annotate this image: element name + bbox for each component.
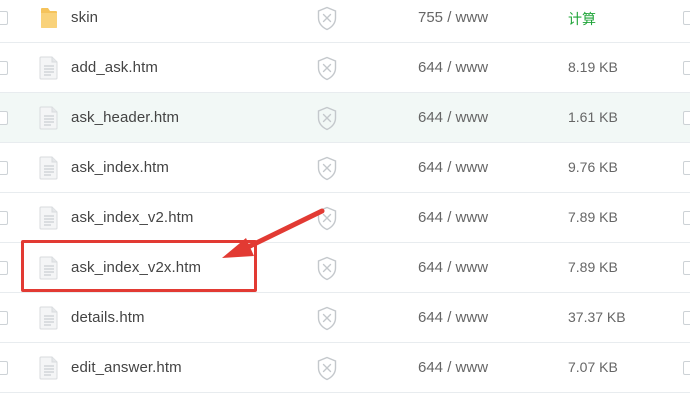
row-action-edge[interactable] — [683, 361, 690, 375]
folder-icon — [39, 6, 59, 30]
file-permission[interactable]: 644 / www — [418, 109, 488, 126]
table-row[interactable]: ask_index.htm 644 / www 9.76 KB — [0, 143, 690, 193]
shield-x-icon[interactable] — [316, 206, 338, 231]
file-size: 9.76 KB — [568, 159, 618, 175]
row-action-edge[interactable] — [683, 61, 690, 75]
file-size: 1.61 KB — [568, 109, 618, 125]
file-permission[interactable]: 644 / www — [418, 359, 488, 376]
shield-x-icon[interactable] — [316, 6, 338, 31]
file-icon — [39, 56, 59, 80]
file-table: skin 755 / www 计算 add_ask.htm 644 / www 8.19 … — [0, 0, 690, 403]
file-name[interactable]: add_ask.htm — [71, 59, 158, 76]
file-permission[interactable]: 644 / www — [418, 59, 488, 76]
table-row[interactable]: skin 755 / www 计算 — [0, 0, 690, 43]
row-checkbox[interactable] — [0, 361, 8, 375]
table-row[interactable]: add_ask.htm 644 / www 8.19 KB — [0, 43, 690, 93]
file-permission[interactable]: 644 / www — [418, 309, 488, 326]
file-icon — [39, 106, 59, 130]
row-action-edge[interactable] — [683, 11, 690, 25]
shield-x-icon[interactable] — [316, 356, 338, 381]
table-row[interactable]: edit_answer.htm 644 / www 7.07 KB — [0, 343, 690, 393]
row-action-edge[interactable] — [683, 211, 690, 225]
shield-x-icon[interactable] — [316, 306, 338, 331]
row-checkbox[interactable] — [0, 211, 8, 225]
file-permission[interactable]: 644 / www — [418, 159, 488, 176]
file-icon — [39, 306, 59, 330]
shield-x-icon[interactable] — [316, 256, 338, 281]
file-icon — [39, 256, 59, 280]
row-action-edge[interactable] — [683, 261, 690, 275]
file-name[interactable]: skin — [71, 9, 98, 26]
shield-x-icon[interactable] — [316, 56, 338, 81]
shield-x-icon[interactable] — [316, 156, 338, 181]
file-name[interactable]: edit_answer.htm — [71, 359, 182, 376]
file-size: 7.89 KB — [568, 209, 618, 225]
row-action-edge[interactable] — [683, 161, 690, 175]
file-size: 37.37 KB — [568, 309, 626, 325]
file-name[interactable]: ask_index.htm — [71, 159, 169, 176]
row-action-edge[interactable] — [683, 311, 690, 325]
file-size: 8.19 KB — [568, 59, 618, 75]
row-checkbox[interactable] — [0, 311, 8, 325]
row-checkbox[interactable] — [0, 111, 8, 125]
file-icon — [39, 156, 59, 180]
file-size: 7.07 KB — [568, 359, 618, 375]
table-row[interactable]: details.htm 644 / www 37.37 KB — [0, 293, 690, 343]
file-name[interactable]: ask_index_v2x.htm — [71, 259, 201, 276]
table-row[interactable]: ask_header.htm 644 / www 1.61 KB — [0, 93, 690, 143]
table-row[interactable]: ask_index_v2x.htm 644 / www 7.89 KB — [0, 243, 690, 293]
file-icon — [39, 356, 59, 380]
row-checkbox[interactable] — [0, 11, 8, 25]
file-name[interactable]: details.htm — [71, 309, 145, 326]
shield-x-icon[interactable] — [316, 106, 338, 131]
row-action-edge[interactable] — [683, 111, 690, 125]
file-name[interactable]: ask_header.htm — [71, 109, 179, 126]
file-name[interactable]: ask_index_v2.htm — [71, 209, 194, 226]
file-permission[interactable]: 644 / www — [418, 209, 488, 226]
file-size: 7.89 KB — [568, 259, 618, 275]
calculate-size-link[interactable]: 计算 — [568, 9, 596, 29]
file-permission[interactable]: 644 / www — [418, 259, 488, 276]
table-row[interactable]: ask_index_v2.htm 644 / www 7.89 KB — [0, 193, 690, 243]
row-checkbox[interactable] — [0, 61, 8, 75]
row-checkbox[interactable] — [0, 261, 8, 275]
file-icon — [39, 206, 59, 230]
file-permission[interactable]: 755 / www — [418, 9, 488, 26]
row-checkbox[interactable] — [0, 161, 8, 175]
